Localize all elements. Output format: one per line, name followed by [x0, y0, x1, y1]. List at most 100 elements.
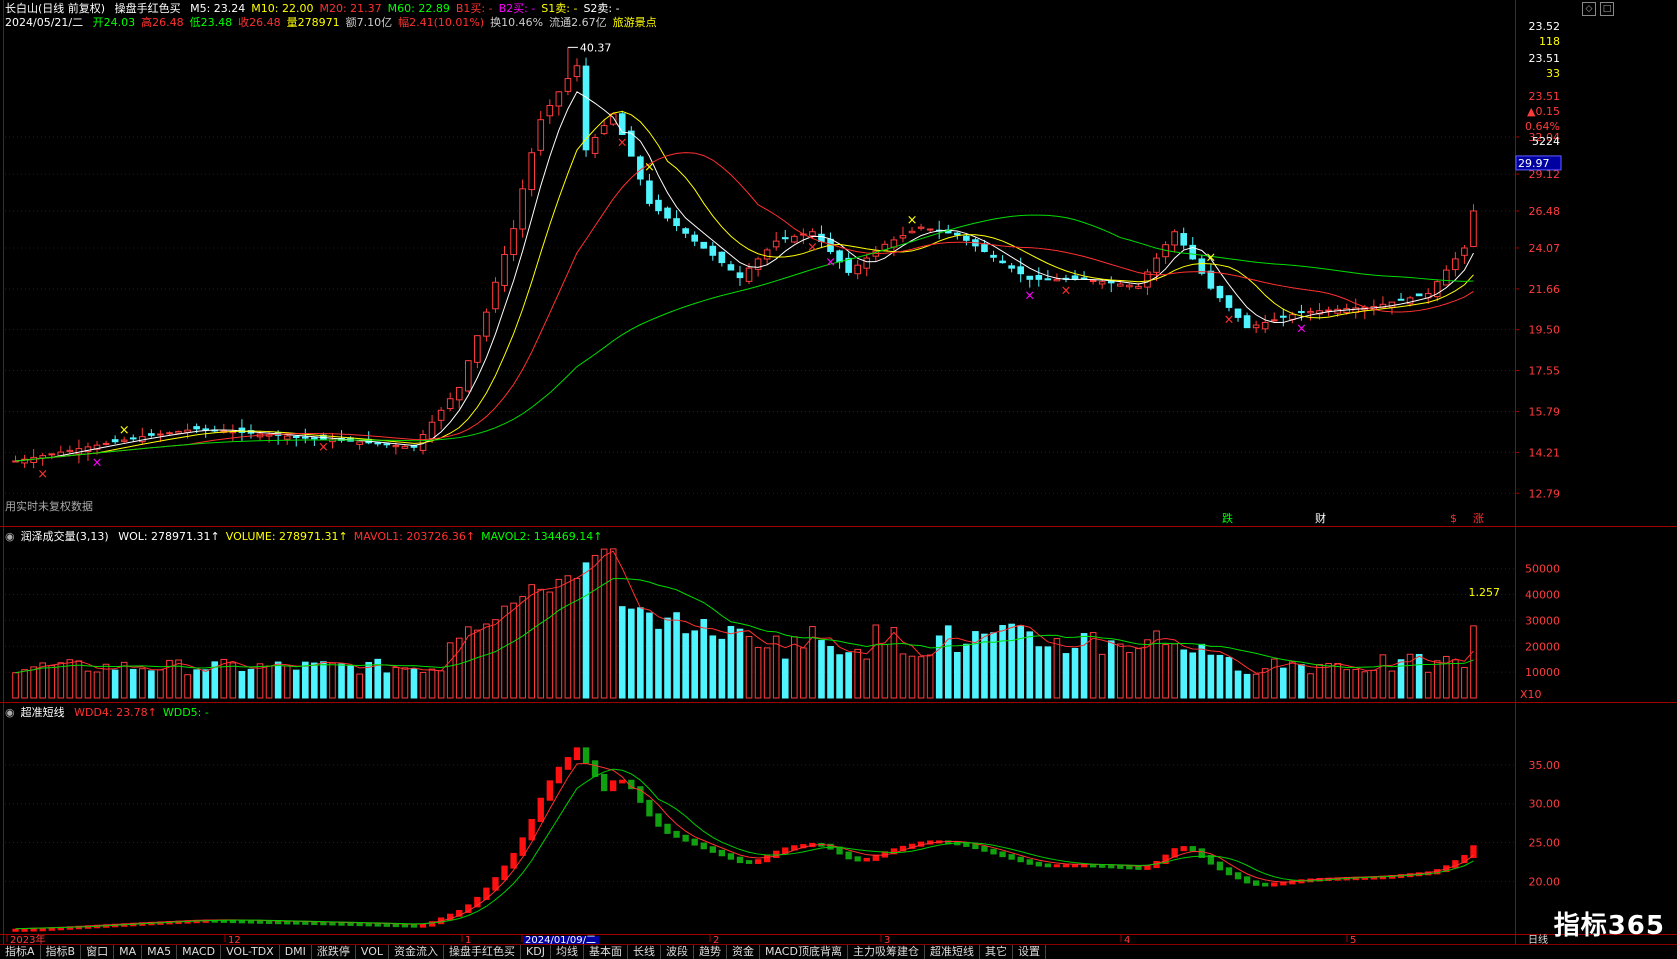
tab-22[interactable]: 其它: [980, 945, 1013, 959]
chart-canvas[interactable]: 32.0429.1226.4824.0721.6619.5017.5515.79…: [0, 0, 1677, 944]
tab-1[interactable]: 指标B: [41, 945, 82, 959]
volume-bar: [727, 625, 735, 699]
tab-7[interactable]: DMI: [280, 945, 312, 959]
short-indicator-name[interactable]: 超准短线: [21, 706, 65, 719]
volume-bar: [763, 647, 771, 699]
volume-bar: [129, 668, 137, 699]
volume-bar: [600, 548, 608, 699]
tab-17[interactable]: 趋势: [694, 945, 727, 959]
indicator-toggle-icon[interactable]: ◉: [5, 706, 15, 719]
maximize-icon[interactable]: □: [1600, 2, 1614, 16]
tab-9[interactable]: VOL: [356, 945, 390, 959]
volume-bar: [827, 646, 834, 699]
short-bar: [972, 843, 979, 850]
tab-14[interactable]: 基本面: [584, 945, 628, 959]
candle-body: [1461, 247, 1468, 256]
volume-bar: [709, 635, 717, 699]
short-bar: [293, 921, 300, 925]
candle-body: [537, 119, 545, 151]
short-axis-label: 35.00: [1529, 759, 1561, 772]
price-axis-label: 15.79: [1529, 406, 1561, 419]
candle-body: [1289, 314, 1296, 320]
candle-body: [148, 433, 155, 436]
legend-item-3: M60: 22.89: [387, 2, 450, 15]
short-bar: [610, 780, 617, 792]
tab-5[interactable]: MACD: [177, 945, 222, 959]
volume-bar: [899, 653, 907, 699]
tab-10[interactable]: 资金流入: [389, 945, 445, 959]
candle-body: [66, 449, 74, 453]
volume-bar: [1162, 644, 1169, 699]
volume-bar: [963, 643, 970, 699]
tab-2[interactable]: 窗口: [81, 945, 115, 959]
volume-bar: [682, 633, 689, 699]
short-bar: [1026, 859, 1033, 865]
volume-bar: [301, 661, 309, 699]
short-axis-label: 30.00: [1529, 798, 1561, 811]
tab-3[interactable]: MA: [114, 945, 143, 959]
tab-8[interactable]: 涨跌停: [312, 945, 356, 959]
tab-0[interactable]: 指标A: [0, 945, 41, 959]
candle-body: [1008, 265, 1015, 269]
volume-bar: [12, 672, 19, 699]
candle-body: [1388, 301, 1396, 308]
short-bar: [392, 923, 400, 928]
indicator-toggle-icon[interactable]: ◉: [5, 530, 15, 543]
tab-13[interactable]: 均线: [551, 945, 584, 959]
tab-11[interactable]: 操盘手红色买: [444, 945, 522, 959]
quote-item-1: 高26.48: [141, 16, 184, 29]
volume-indicator-name[interactable]: 润泽成交量(3,13): [21, 530, 109, 543]
short-bar: [664, 823, 671, 834]
vol-axis-label: 30000: [1525, 614, 1560, 627]
tab-21[interactable]: 超准短线: [925, 945, 980, 959]
short-bar: [383, 923, 390, 927]
short-bar: [709, 846, 716, 853]
volume-bar: [718, 638, 726, 699]
volume-bar: [1189, 652, 1197, 699]
signal-marker: ×: [644, 160, 655, 175]
volume-bar: [265, 665, 273, 699]
candle-body: [437, 409, 445, 421]
volume-bar: [944, 625, 952, 699]
tab-12[interactable]: KDJ: [521, 945, 551, 959]
volume-bar: [999, 625, 1006, 699]
short-bar: [1262, 882, 1269, 887]
candle-body: [1135, 285, 1142, 289]
buy-marker: ×: [92, 456, 103, 471]
volume-bar: [917, 656, 925, 699]
indicator-name[interactable]: 操盘手红色买: [115, 2, 181, 15]
short-bar: [1008, 854, 1015, 860]
candle-body: [963, 235, 970, 241]
tab-18[interactable]: 资金: [727, 945, 760, 959]
short-bar: [1053, 864, 1061, 868]
stock-title[interactable]: 长白山(日线 前复权): [5, 2, 105, 15]
candle-body: [1261, 321, 1269, 330]
volume-bar: [953, 651, 961, 699]
tab-23[interactable]: 设置: [1013, 945, 1046, 959]
volume-bar: [1243, 673, 1251, 699]
candle-body: [1397, 298, 1405, 301]
signal-marker: ×: [119, 423, 130, 438]
tab-4[interactable]: MA5: [142, 945, 178, 959]
tab-15[interactable]: 长线: [628, 945, 661, 959]
short-bar: [1271, 882, 1278, 887]
volume-bar: [510, 602, 517, 699]
restore-icon[interactable]: ◇: [1582, 2, 1596, 16]
tab-6[interactable]: VOL-TDX: [221, 945, 280, 959]
event-marker-2: $: [1450, 512, 1457, 525]
volume-bar: [1107, 640, 1115, 699]
volume-bar: [1461, 666, 1468, 699]
tab-20[interactable]: 主力吸筹建仓: [848, 945, 925, 959]
tab-16[interactable]: 波段: [661, 945, 694, 959]
candle-body: [1279, 315, 1287, 318]
candle-body: [736, 272, 744, 279]
quote-item-0: 开24.03: [92, 16, 136, 29]
candle-body: [718, 251, 726, 264]
volume-bar: [93, 671, 101, 699]
price-axis-label: 17.55: [1529, 365, 1561, 378]
short-bar: [845, 851, 852, 860]
short-bar: [1044, 863, 1052, 868]
volume-bar: [926, 654, 934, 699]
short-bar: [1216, 861, 1224, 871]
tab-19[interactable]: MACD顶底背离: [760, 945, 848, 959]
